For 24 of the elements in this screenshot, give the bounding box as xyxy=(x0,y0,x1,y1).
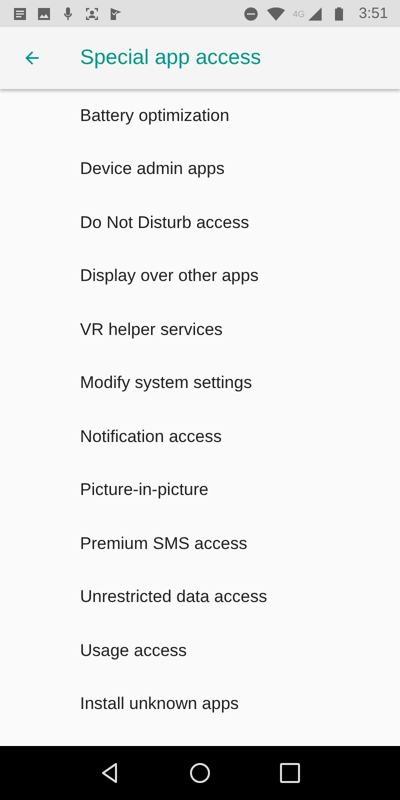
settings-item[interactable]: Install unknown apps xyxy=(0,678,400,731)
image-icon xyxy=(36,6,52,22)
notes-icon xyxy=(12,6,28,22)
do-not-disturb-icon xyxy=(242,6,259,22)
face-scan-icon xyxy=(84,6,100,22)
settings-item[interactable]: Picture-in-picture xyxy=(0,464,400,517)
settings-item[interactable]: Notification access xyxy=(0,410,400,464)
clock: 3:51 xyxy=(358,5,388,22)
circle-icon xyxy=(189,762,211,784)
wifi-icon xyxy=(266,4,285,22)
settings-item[interactable]: Premium SMS access xyxy=(0,517,400,570)
home-button[interactable] xyxy=(189,762,211,784)
settings-item[interactable]: Display over other apps xyxy=(0,250,400,303)
settings-item[interactable]: Device admin apps xyxy=(0,142,400,196)
settings-item[interactable]: Unrestricted data access xyxy=(0,570,400,624)
screen-title: Special app access xyxy=(80,46,261,70)
settings-item[interactable]: Do Not Disturb access xyxy=(0,196,400,250)
square-icon xyxy=(279,762,301,784)
settings-item[interactable]: Modify system settings xyxy=(0,356,400,410)
settings-item[interactable]: VR helper services xyxy=(0,303,400,356)
recents-button[interactable] xyxy=(279,762,301,784)
settings-item[interactable]: Battery optimization xyxy=(0,89,400,142)
settings-item[interactable]: Usage access xyxy=(0,624,400,678)
signal-icon xyxy=(306,6,323,22)
